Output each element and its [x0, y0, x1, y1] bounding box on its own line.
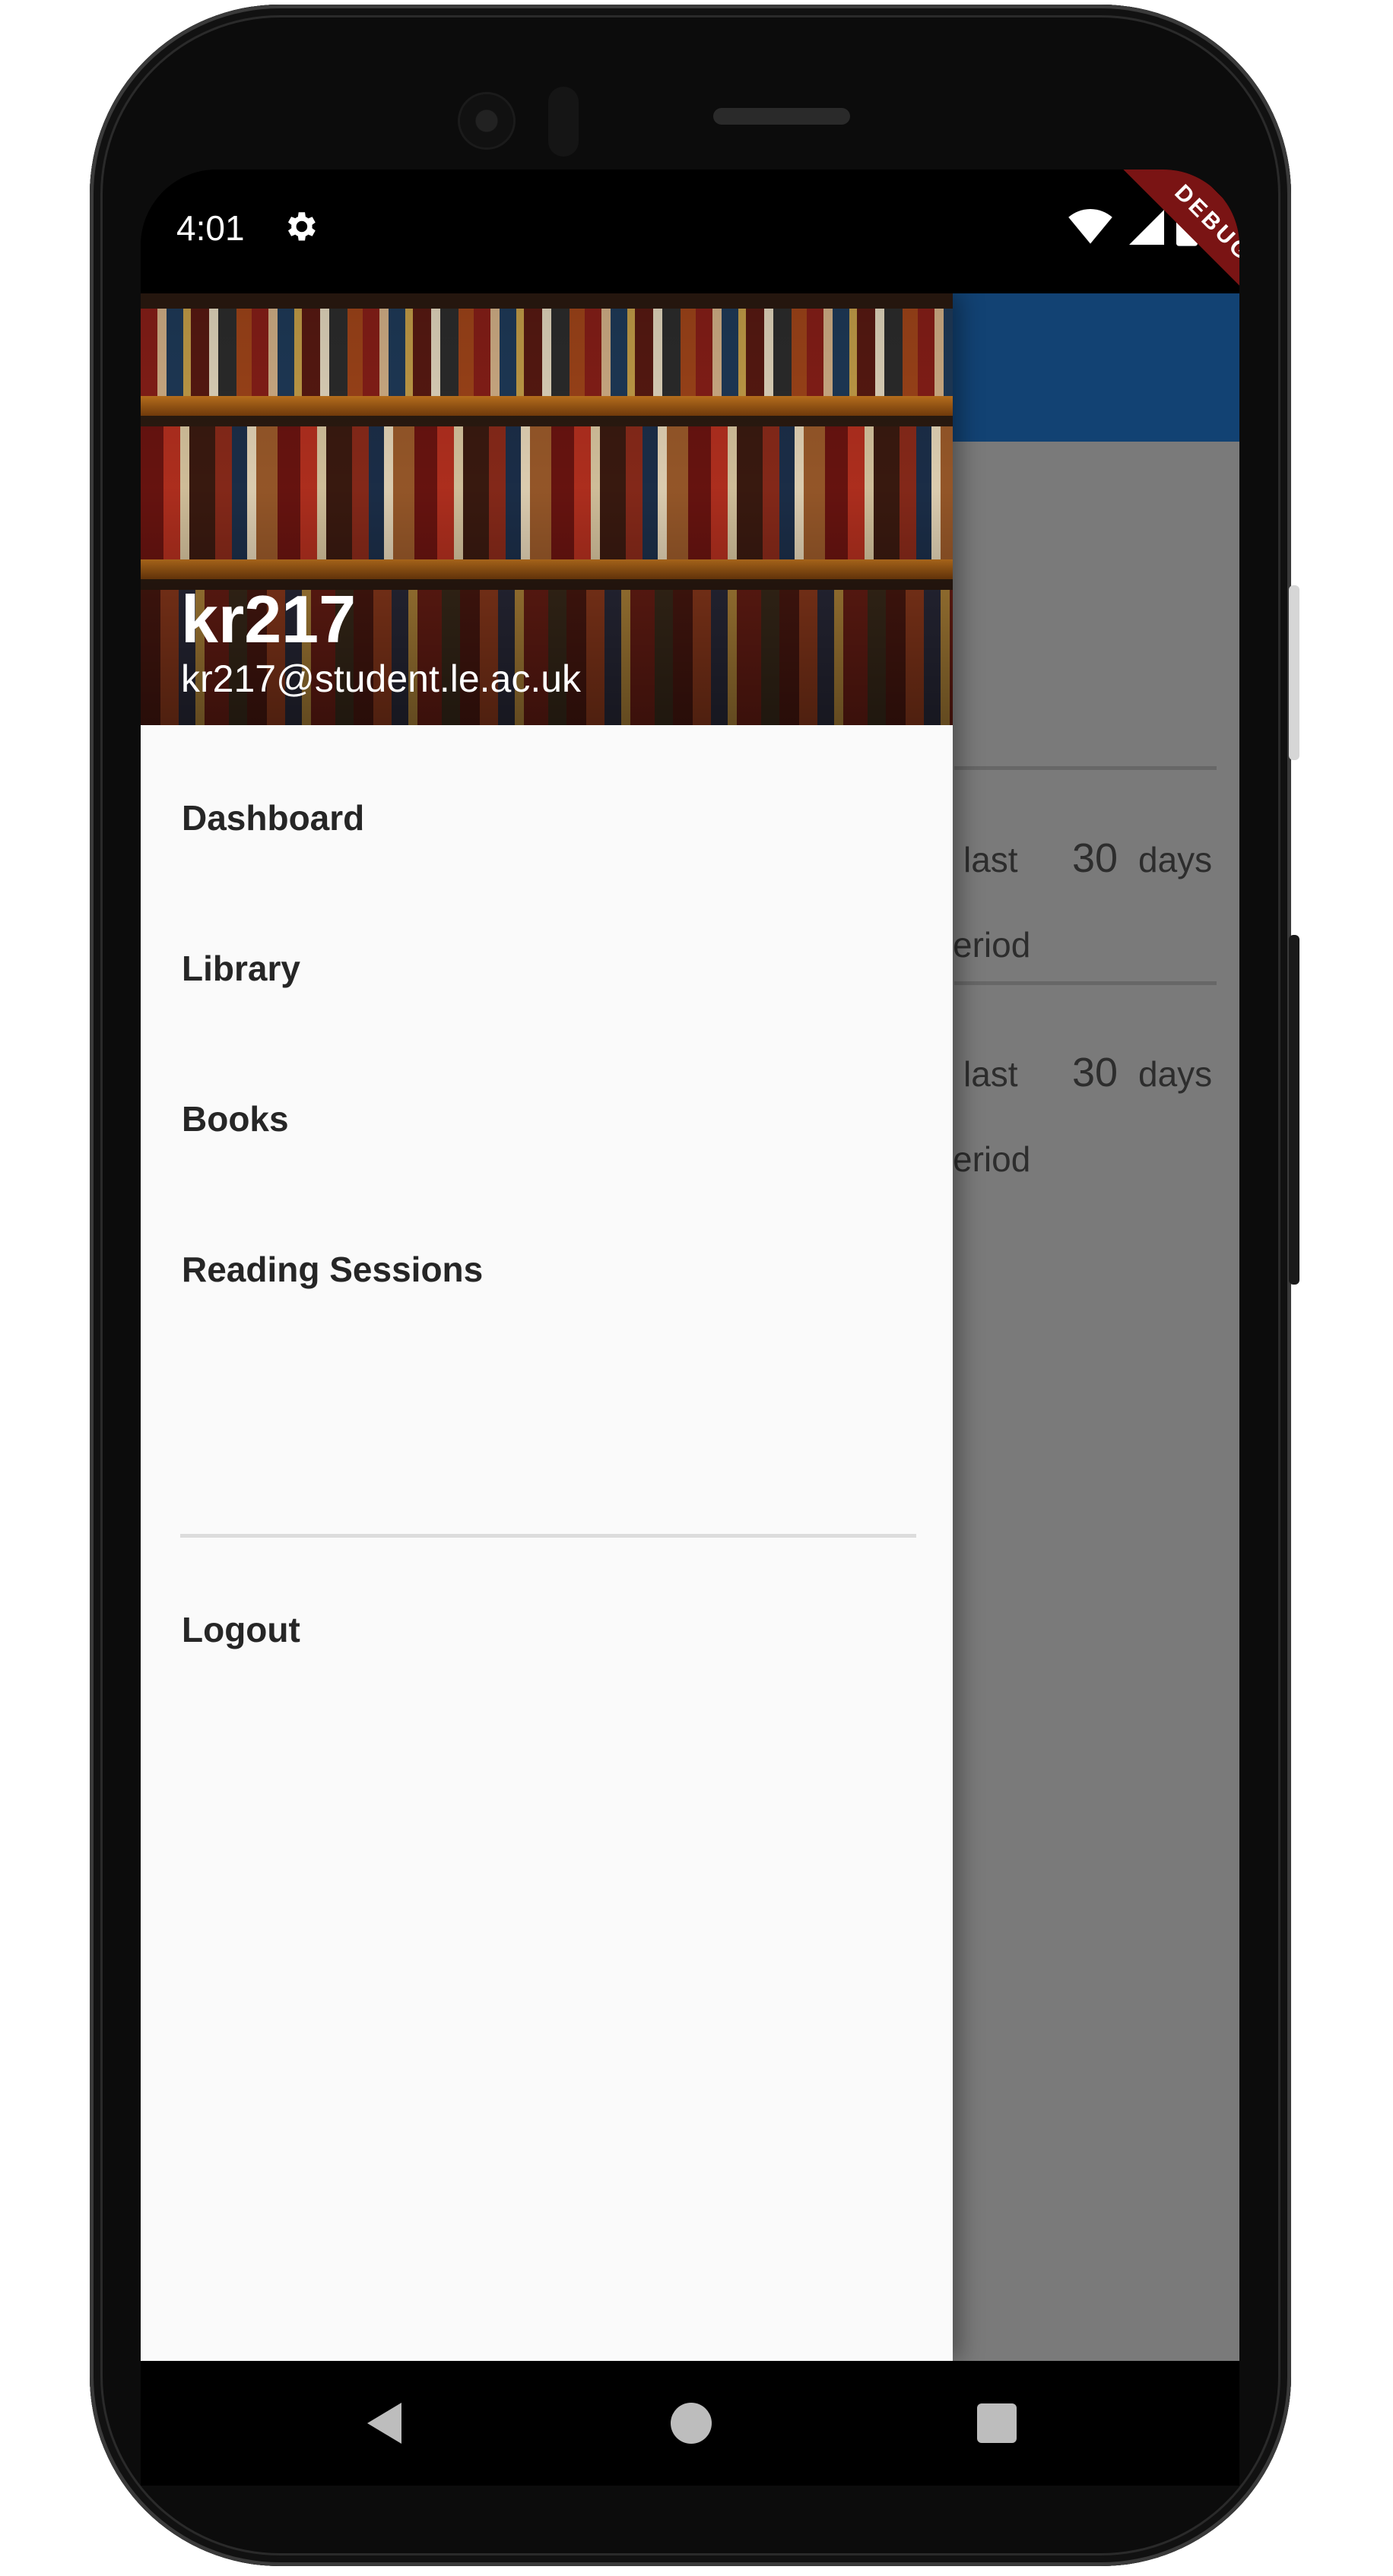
- status-bar: 4:01: [141, 170, 1239, 293]
- drawer-divider: [180, 1534, 916, 1538]
- front-camera: [460, 94, 513, 147]
- logout-label: Logout: [182, 1610, 300, 1649]
- power-button: [1289, 585, 1299, 760]
- logout-button[interactable]: Logout: [141, 1555, 953, 1704]
- row-suffix: days: [1138, 840, 1213, 879]
- system-nav-bar: [141, 2361, 1239, 2486]
- row-second-line: eriod: [953, 1139, 1031, 1179]
- row-prefix: last: [963, 840, 1018, 879]
- navigation-drawer: kr217 kr217@student.le.ac.uk Dashboard L…: [141, 293, 953, 2361]
- status-time: 4:01: [176, 208, 245, 248]
- drawer-username: kr217: [181, 581, 357, 657]
- volume-button: [1289, 935, 1299, 1285]
- list-divider: [954, 981, 1217, 985]
- signal-icon: [1129, 210, 1164, 245]
- row-suffix: days: [1138, 1054, 1213, 1094]
- menu-item-label: Books: [182, 1099, 289, 1139]
- drawer-header: kr217 kr217@student.le.ac.uk: [141, 293, 953, 725]
- row-second-line: eriod: [953, 925, 1031, 965]
- row-number: 30: [1072, 835, 1119, 881]
- earpiece-speaker: [713, 108, 850, 125]
- menu-item-label: Reading Sessions: [182, 1250, 484, 1289]
- menu-item-label: Dashboard: [182, 798, 365, 838]
- wifi-icon: [1068, 209, 1112, 244]
- gear-icon: [287, 212, 316, 241]
- menu-item-books[interactable]: Books: [141, 1044, 953, 1193]
- menu-item-dashboard[interactable]: Dashboard: [141, 743, 953, 892]
- drawer-email: kr217@student.le.ac.uk: [181, 657, 582, 700]
- screen: 4:01 DEBUG last 30 days eriod last 30 da…: [141, 170, 1239, 2486]
- menu-item-label: Library: [182, 949, 300, 988]
- recents-icon[interactable]: [977, 2403, 1017, 2443]
- back-icon[interactable]: [363, 2400, 408, 2446]
- menu-item-reading-sessions[interactable]: Reading Sessions: [141, 1195, 953, 1344]
- row-prefix: last: [963, 1054, 1018, 1094]
- proximity-sensor: [548, 87, 579, 157]
- list-item: last: [963, 839, 1018, 880]
- menu-item-library[interactable]: Library: [141, 894, 953, 1043]
- row-number: 30: [1072, 1050, 1119, 1095]
- list-divider: [954, 766, 1217, 770]
- home-icon[interactable]: [671, 2403, 712, 2444]
